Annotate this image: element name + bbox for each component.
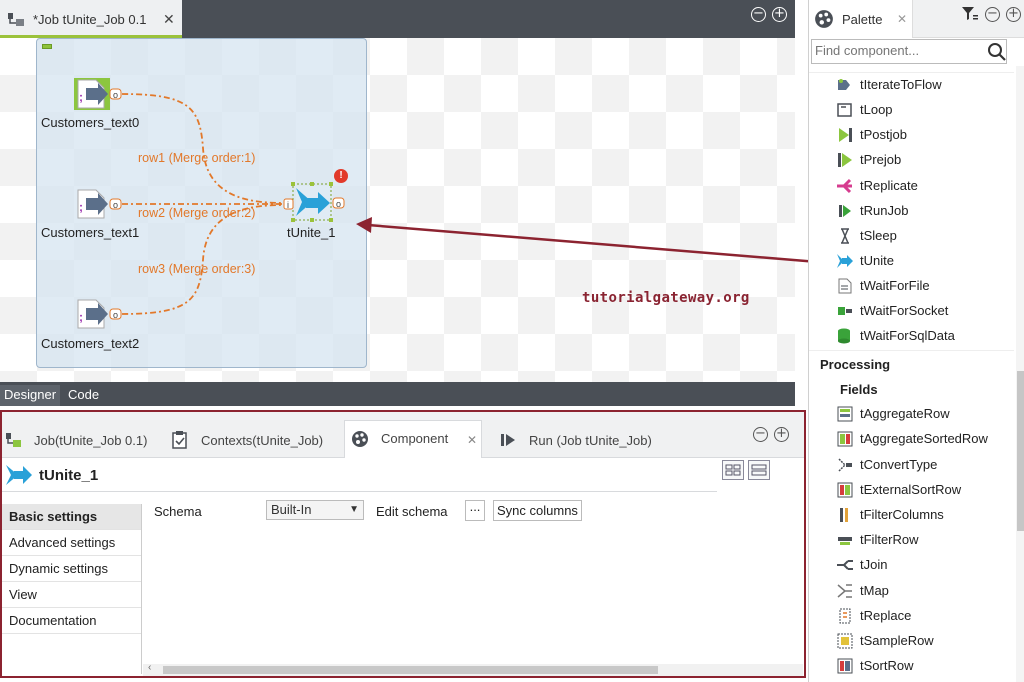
settings-vertical-tabs: Basic settings Advanced settings Dynamic… <box>2 504 142 674</box>
run-icon <box>499 431 517 449</box>
schema-label: Schema <box>154 504 202 519</box>
prejob-icon <box>836 151 854 169</box>
chevron-down-icon: ▼ <box>349 501 359 519</box>
palette-search-box[interactable] <box>811 39 1007 64</box>
job-icon <box>5 431 23 449</box>
sort-icon <box>836 481 854 499</box>
scrollbar-thumb[interactable] <box>163 666 658 674</box>
aggregate-icon <box>836 405 854 423</box>
hourglass-icon <box>836 227 854 245</box>
scrollbar-thumb[interactable] <box>1017 371 1024 531</box>
tab-contexts-label: Contexts(tUnite_Job) <box>201 433 323 448</box>
tab-run[interactable]: Run (Job tUnite_Job) <box>498 422 668 458</box>
horizontal-scrollbar[interactable]: ‹ <box>143 664 803 676</box>
join-icon <box>836 556 854 574</box>
palette-search-input[interactable] <box>815 43 985 58</box>
edit-schema-button[interactable]: ... <box>465 500 485 521</box>
postjob-icon <box>836 126 854 144</box>
vtab-basic-settings[interactable]: Basic settings <box>2 504 141 530</box>
filter-icon[interactable] <box>961 6 979 22</box>
vtab-advanced-settings[interactable]: Advanced settings <box>2 530 141 556</box>
component-view-panel: Job(tUnite_Job 0.1) Contexts(tUnite_Job)… <box>0 410 806 678</box>
maximize-icon[interactable]: + <box>774 427 789 442</box>
watermark-text: tutorialgateway.org <box>582 290 750 306</box>
file-wait-icon <box>836 277 854 295</box>
aggregate-sorted-icon <box>836 430 854 448</box>
minimize-icon[interactable]: − <box>985 7 1000 22</box>
search-icon[interactable] <box>987 42 1007 62</box>
layout-rows-icon[interactable] <box>748 460 770 480</box>
replace-icon <box>836 607 854 625</box>
map-icon <box>836 582 854 600</box>
tunite-icon <box>5 463 33 487</box>
tunite-icon <box>836 252 854 270</box>
close-icon[interactable]: ✕ <box>467 433 477 447</box>
sync-columns-button[interactable]: Sync columns <box>493 500 582 521</box>
tab-component[interactable]: Component ✕ <box>344 420 482 458</box>
filter-row-icon <box>836 531 854 549</box>
iterate-icon <box>836 76 854 94</box>
loop-icon <box>836 101 854 119</box>
close-icon[interactable]: ✕ <box>897 12 907 26</box>
schema-select-value: Built-In <box>271 502 311 517</box>
vtab-view[interactable]: View <box>2 582 141 608</box>
contexts-icon <box>171 431 189 449</box>
database-icon <box>836 327 854 345</box>
component-title: tUnite_1 <box>39 467 98 484</box>
tab-component-label: Component <box>381 431 448 446</box>
minimize-icon[interactable]: − <box>753 427 768 442</box>
vtab-dynamic-settings[interactable]: Dynamic settings <box>2 556 141 582</box>
palette-component-list: tIterateToFlow tLoop tPostjob tPrejob tR… <box>809 66 1014 682</box>
palette-panel: Palette ✕ − + tIterateToFlow tLoop tPost… <box>808 0 1024 682</box>
tab-job[interactable]: Job(tUnite_Job 0.1) <box>4 422 164 458</box>
palette-icon <box>814 9 834 29</box>
socket-icon <box>836 302 854 320</box>
tab-job-label: Job(tUnite_Job 0.1) <box>34 433 147 448</box>
palette-icon <box>351 430 369 448</box>
sample-icon <box>836 632 854 650</box>
palette-title: Palette <box>842 12 882 27</box>
palette-scrollbar[interactable] <box>1016 66 1024 682</box>
palette-tab[interactable]: Palette ✕ <box>809 0 913 38</box>
tab-run-label: Run (Job tUnite_Job) <box>529 433 652 448</box>
component-header: tUnite_1 <box>2 458 717 492</box>
schema-select[interactable]: Built-In ▼ <box>266 500 364 520</box>
palette-category-processing[interactable]: Processing <box>820 357 890 372</box>
runjob-icon <box>836 202 854 220</box>
convert-icon <box>836 456 854 474</box>
edit-schema-label: Edit schema <box>376 504 448 519</box>
palette-subcategory-fields[interactable]: Fields <box>840 382 878 397</box>
palette-header: Palette ✕ − + <box>809 0 1024 38</box>
tab-contexts[interactable]: Contexts(tUnite_Job) <box>170 422 340 458</box>
filter-columns-icon <box>836 506 854 524</box>
sort-icon <box>836 657 854 675</box>
bottom-tab-bar: Job(tUnite_Job 0.1) Contexts(tUnite_Job)… <box>2 412 804 458</box>
scroll-left-icon[interactable]: ‹ <box>148 662 151 673</box>
basic-settings-content: Schema Built-In ▼ Edit schema ... Sync c… <box>143 492 803 672</box>
maximize-icon[interactable]: + <box>1006 7 1021 22</box>
replicate-icon <box>836 177 854 195</box>
vtab-documentation[interactable]: Documentation <box>2 608 141 634</box>
layout-grid-icon[interactable] <box>722 460 744 480</box>
